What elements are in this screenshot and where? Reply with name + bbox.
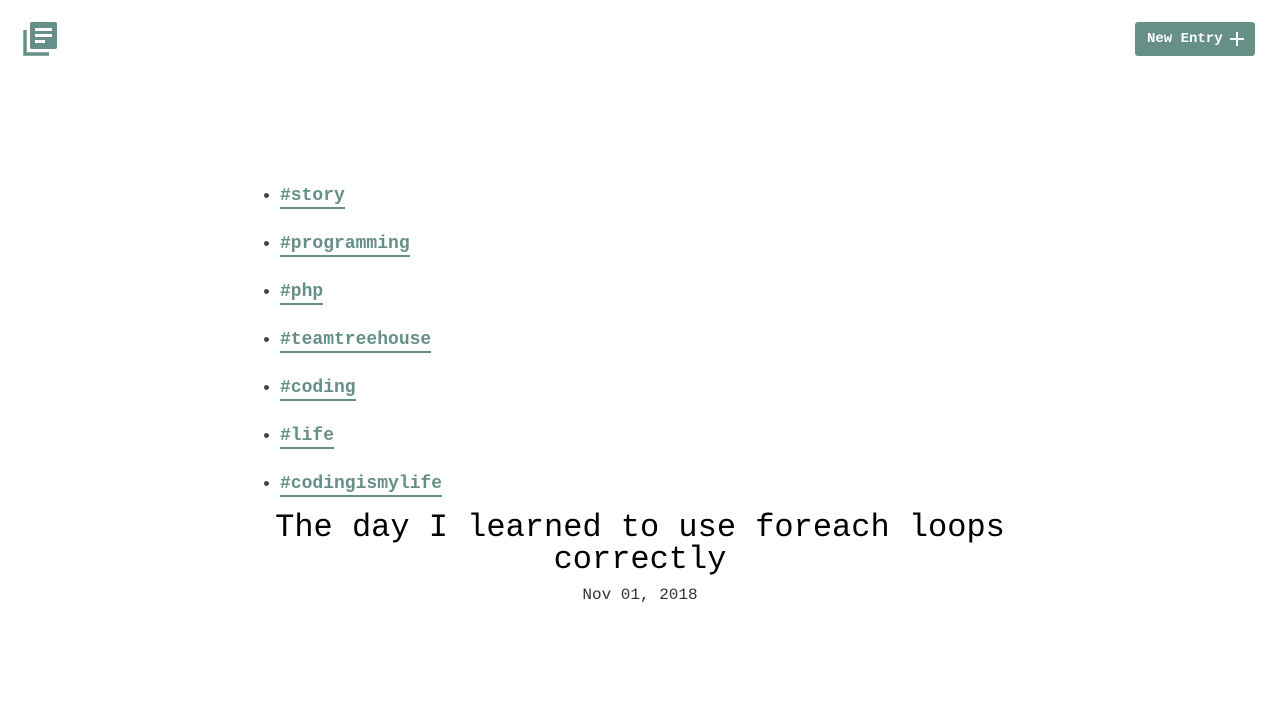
tag-item: #story <box>280 172 442 220</box>
tag-link-teamtreehouse[interactable]: #teamtreehouse <box>280 330 432 353</box>
site-header: New Entry <box>0 0 1280 80</box>
home-logo-link[interactable] <box>22 21 58 57</box>
tag-item: #life <box>280 412 442 460</box>
tag-link-codingismylife[interactable]: #codingismylife <box>280 474 443 497</box>
tag-link-coding[interactable]: #coding <box>280 378 356 401</box>
plus-icon <box>1229 32 1244 46</box>
tag-link-story[interactable]: #story <box>280 186 345 209</box>
new-entry-label: New Entry <box>1147 31 1223 47</box>
tag-item: #php <box>280 268 442 316</box>
tag-item: #coding <box>280 364 442 412</box>
tag-item: #programming <box>280 220 442 268</box>
tag-link-life[interactable]: #life <box>280 426 335 449</box>
entry-title: The day I learned to use foreach loops c… <box>275 509 1005 578</box>
new-entry-button[interactable]: New Entry <box>1135 22 1255 56</box>
tag-item: #teamtreehouse <box>280 316 442 364</box>
journal-icon <box>23 22 57 56</box>
tag-item: #codingismylife <box>280 460 443 508</box>
tag-link-programming[interactable]: #programming <box>280 234 410 257</box>
tag-list: #story #programming #php #teamtreehouse … <box>280 172 443 508</box>
tag-link-php[interactable]: #php <box>280 282 324 305</box>
entry-date: Nov 01, 2018 <box>582 586 698 604</box>
